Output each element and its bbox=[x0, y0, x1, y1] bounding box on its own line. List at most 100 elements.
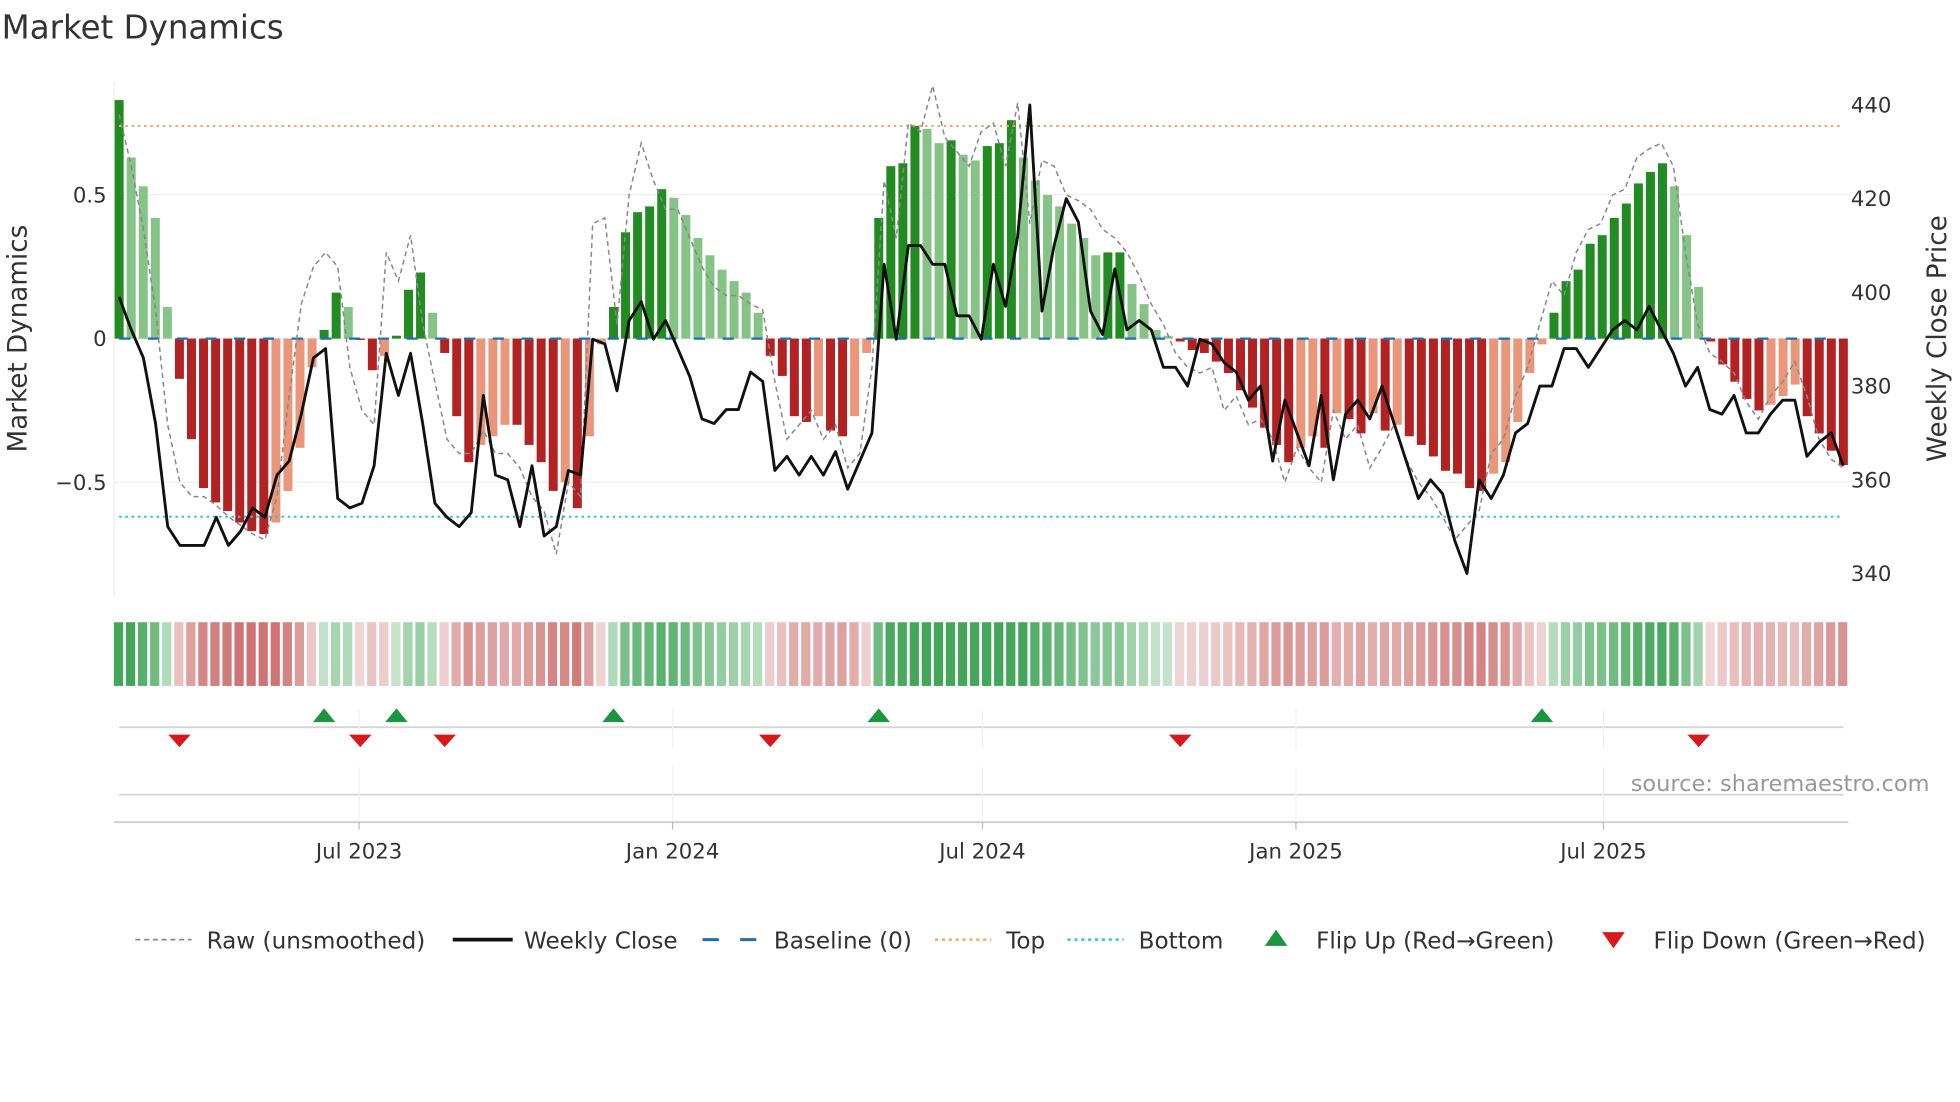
heat-cell bbox=[1777, 622, 1788, 686]
momentum-bar bbox=[1453, 338, 1463, 474]
heat-cell bbox=[620, 622, 630, 686]
momentum-bar bbox=[705, 255, 715, 339]
heat-cell bbox=[1801, 622, 1812, 686]
heat-cell bbox=[885, 622, 895, 686]
momentum-bar bbox=[1332, 338, 1342, 414]
momentum-bar bbox=[657, 189, 667, 339]
momentum-bar bbox=[850, 338, 860, 417]
heat-cell bbox=[1331, 622, 1341, 686]
momentum-bar bbox=[162, 306, 172, 339]
heat-cell bbox=[1187, 622, 1197, 686]
momentum-bar bbox=[1465, 338, 1475, 489]
heat-cell bbox=[1428, 622, 1438, 686]
momentum-bar bbox=[934, 143, 944, 339]
heat-cell bbox=[1572, 622, 1583, 686]
momentum-bar bbox=[1585, 243, 1595, 339]
raw-line bbox=[118, 85, 1844, 555]
heat-cell bbox=[523, 622, 534, 686]
momentum-bar bbox=[1127, 283, 1137, 339]
legend-item-down: Flip Down (Green→Red) bbox=[1602, 928, 1926, 954]
heat-cell bbox=[246, 622, 256, 686]
momentum-bar bbox=[464, 338, 474, 463]
momentum-bar bbox=[404, 289, 414, 339]
heat-cell bbox=[1826, 622, 1836, 686]
heat-cell bbox=[1259, 622, 1269, 686]
heat-cell bbox=[1705, 622, 1715, 686]
heat-cell bbox=[692, 622, 702, 686]
momentum-bar bbox=[1440, 338, 1450, 471]
heat-cell bbox=[1512, 622, 1522, 686]
momentum-bar bbox=[789, 338, 799, 417]
heat-cell bbox=[1283, 622, 1293, 686]
heat-cell bbox=[294, 622, 305, 686]
heat-cell bbox=[234, 622, 244, 686]
momentum-bar bbox=[1814, 338, 1824, 434]
momentum-bar bbox=[1187, 338, 1197, 351]
heat-cell bbox=[656, 622, 666, 686]
momentum-bar bbox=[512, 338, 522, 425]
momentum-bar bbox=[1573, 269, 1583, 339]
momentum-bar bbox=[223, 338, 233, 512]
heat-cell bbox=[1536, 622, 1546, 686]
right-axis: 440 420 400 380 360 340 bbox=[1851, 93, 1892, 587]
momentum-bar bbox=[536, 338, 546, 463]
heat-cell bbox=[1150, 622, 1161, 686]
heat-cell bbox=[330, 622, 341, 686]
heat-cell bbox=[318, 622, 329, 686]
flip-markers-panel bbox=[119, 708, 1844, 823]
heat-cell bbox=[1464, 622, 1474, 686]
momentum-bar bbox=[922, 128, 932, 339]
x-tick-label: Jan 2025 bbox=[1247, 839, 1343, 864]
heat-cell bbox=[969, 622, 980, 686]
series-lines bbox=[117, 85, 1845, 575]
y2-axis-title: Weekly Close Price bbox=[1923, 215, 1953, 462]
heat-cell bbox=[1126, 622, 1136, 686]
heat-cell bbox=[475, 622, 485, 686]
heat-cell bbox=[367, 622, 377, 686]
momentum-bar bbox=[1682, 235, 1692, 339]
legend-item-close: Weekly Close bbox=[452, 928, 678, 954]
heat-cell bbox=[1765, 622, 1776, 686]
legend-label: Top bbox=[1005, 928, 1045, 954]
heat-cell bbox=[1404, 622, 1414, 686]
momentum-bar bbox=[452, 338, 462, 417]
heat-cell bbox=[125, 622, 136, 686]
heat-cell bbox=[499, 622, 509, 686]
heat-strip bbox=[113, 622, 1848, 686]
heat-cell bbox=[909, 622, 919, 686]
heat-cell bbox=[1741, 622, 1751, 686]
heat-cell bbox=[415, 622, 425, 686]
heat-cell bbox=[1379, 622, 1390, 686]
heat-cell bbox=[764, 622, 775, 686]
momentum-bar bbox=[488, 338, 498, 437]
heat-cell bbox=[1584, 622, 1595, 686]
momentum-bar bbox=[862, 338, 872, 353]
heat-cell bbox=[1295, 622, 1305, 686]
heat-cell bbox=[1609, 622, 1619, 686]
y2-tick-label: 340 bbox=[1851, 562, 1892, 587]
heat-cell bbox=[813, 622, 823, 686]
momentum-bar bbox=[1742, 338, 1752, 399]
momentum-bar bbox=[367, 338, 377, 371]
heat-cell bbox=[1138, 622, 1149, 686]
momentum-bars bbox=[114, 100, 1848, 535]
heat-cell bbox=[1717, 622, 1727, 686]
flip-down-marker bbox=[1687, 734, 1710, 748]
heat-cell bbox=[632, 622, 642, 686]
x-axis: Jul 2023 Jan 2024 Jul 2024 Jan 2025 Jul 2025 bbox=[114, 821, 1849, 864]
heat-cell bbox=[1367, 622, 1378, 686]
momentum-bar bbox=[1670, 186, 1680, 339]
momentum-bar bbox=[319, 329, 329, 339]
flip-up-marker bbox=[385, 708, 408, 723]
momentum-bar bbox=[813, 338, 823, 417]
heat-cell bbox=[379, 622, 389, 686]
legend-item-bottom: Bottom bbox=[1067, 928, 1223, 954]
heat-cell bbox=[1548, 622, 1558, 686]
heat-cell bbox=[391, 622, 401, 686]
momentum-bar bbox=[1754, 338, 1764, 411]
legend-label: Flip Down (Green→Red) bbox=[1653, 928, 1925, 954]
heat-cell bbox=[873, 622, 883, 686]
y-axis-title: Market Dynamics bbox=[4, 225, 34, 453]
heat-cell bbox=[680, 622, 690, 686]
heat-cell bbox=[270, 622, 280, 686]
